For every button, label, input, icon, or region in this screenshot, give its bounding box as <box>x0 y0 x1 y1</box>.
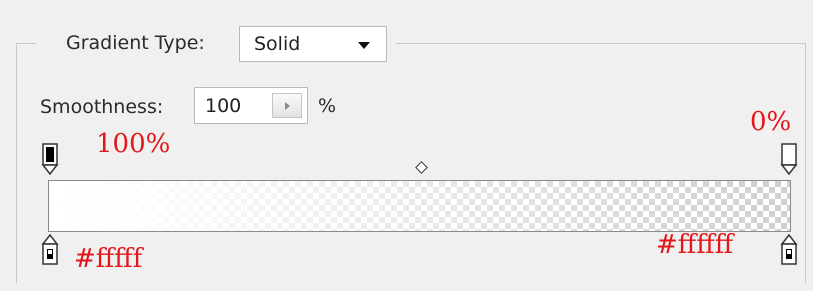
color-stop-right[interactable] <box>779 234 799 268</box>
opacity-right-annotation: 0% <box>750 107 792 137</box>
smoothness-label: Smoothness: <box>40 96 164 118</box>
smoothness-field[interactable]: 100 <box>194 87 308 124</box>
opacity-stop-right[interactable] <box>779 143 799 177</box>
color-stop-left[interactable] <box>40 234 60 268</box>
color-right-annotation: #ffffff <box>656 230 734 260</box>
opacity-stop-left-swatch <box>46 147 54 162</box>
opacity-stop-left[interactable] <box>40 143 60 177</box>
opacity-left-annotation: 100% <box>96 129 171 159</box>
smoothness-slider-button[interactable] <box>272 93 302 118</box>
smoothness-unit: % <box>318 95 337 117</box>
gradient-preview-bar[interactable] <box>48 180 791 232</box>
arrow-right-icon <box>285 102 290 110</box>
opacity-stop-right-swatch <box>785 147 793 162</box>
gradient-type-label: Gradient Type: <box>66 32 205 54</box>
chevron-down-icon <box>358 42 370 49</box>
gradient-type-select[interactable]: Solid <box>239 26 387 62</box>
gradient-type-value: Solid <box>254 33 301 55</box>
color-left-annotation: #fffff <box>74 244 143 274</box>
smoothness-value: 100 <box>205 95 242 117</box>
